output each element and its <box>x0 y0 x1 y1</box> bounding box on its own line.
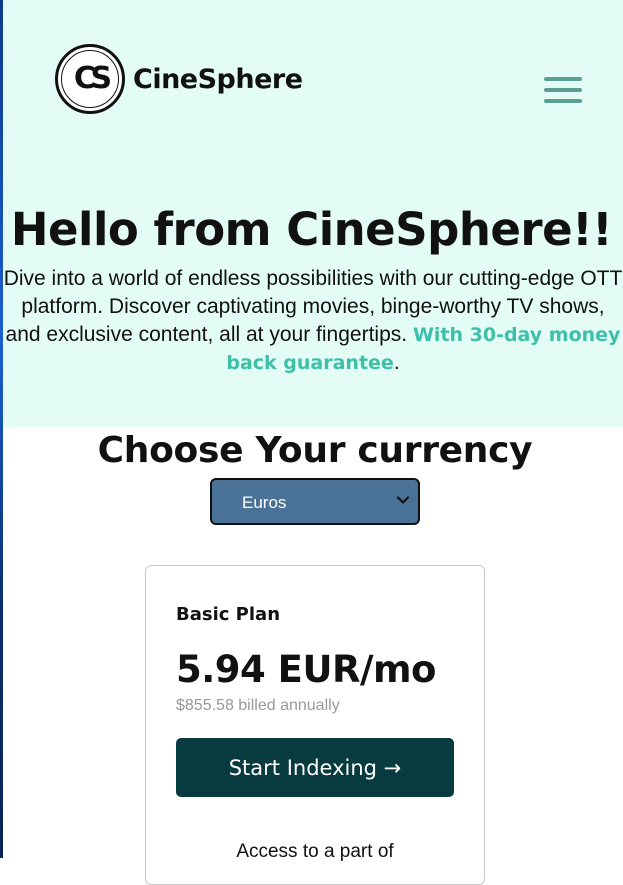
plan-card: Basic Plan 5.94 EUR/mo $855.58 billed an… <box>145 565 485 885</box>
plan-name: Basic Plan <box>176 604 281 625</box>
currency-heading: Choose Your currency <box>97 430 533 471</box>
currency-selected-value: Euros <box>242 493 287 512</box>
plan-feature-text: Access to a part of <box>236 841 394 862</box>
currency-select[interactable]: Euros <box>210 478 420 525</box>
logo[interactable]: CS CineSphere <box>55 44 303 114</box>
hero-description-end: . <box>393 351 400 374</box>
start-indexing-button[interactable]: Start Indexing → <box>176 738 454 797</box>
chevron-down-icon <box>396 496 410 504</box>
logo-mark: CS <box>55 44 125 114</box>
hero-description: Dive into a world of endless possibiliti… <box>3 265 623 377</box>
hamburger-menu-icon[interactable] <box>544 77 582 103</box>
plan-billing-note: $855.58 billed annually <box>176 697 340 714</box>
logo-mark-letters: CS <box>73 61 112 96</box>
hero-title: Hello from CineSphere!! <box>10 203 613 256</box>
plan-price: 5.94 EUR/mo <box>176 648 436 691</box>
brand-name: CineSphere <box>133 63 303 95</box>
